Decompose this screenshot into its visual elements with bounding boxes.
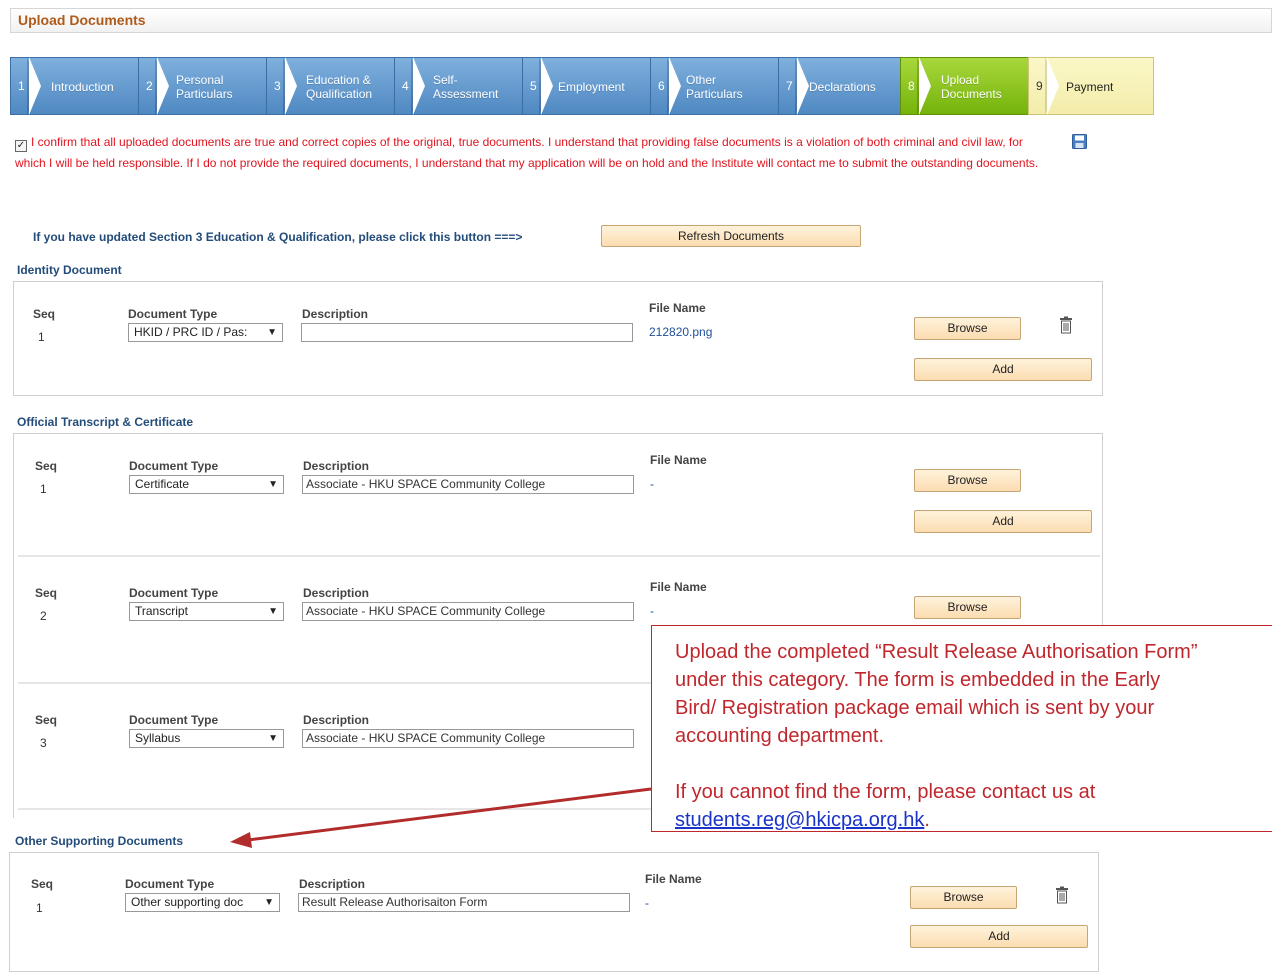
annotation-arrow [230,787,652,848]
